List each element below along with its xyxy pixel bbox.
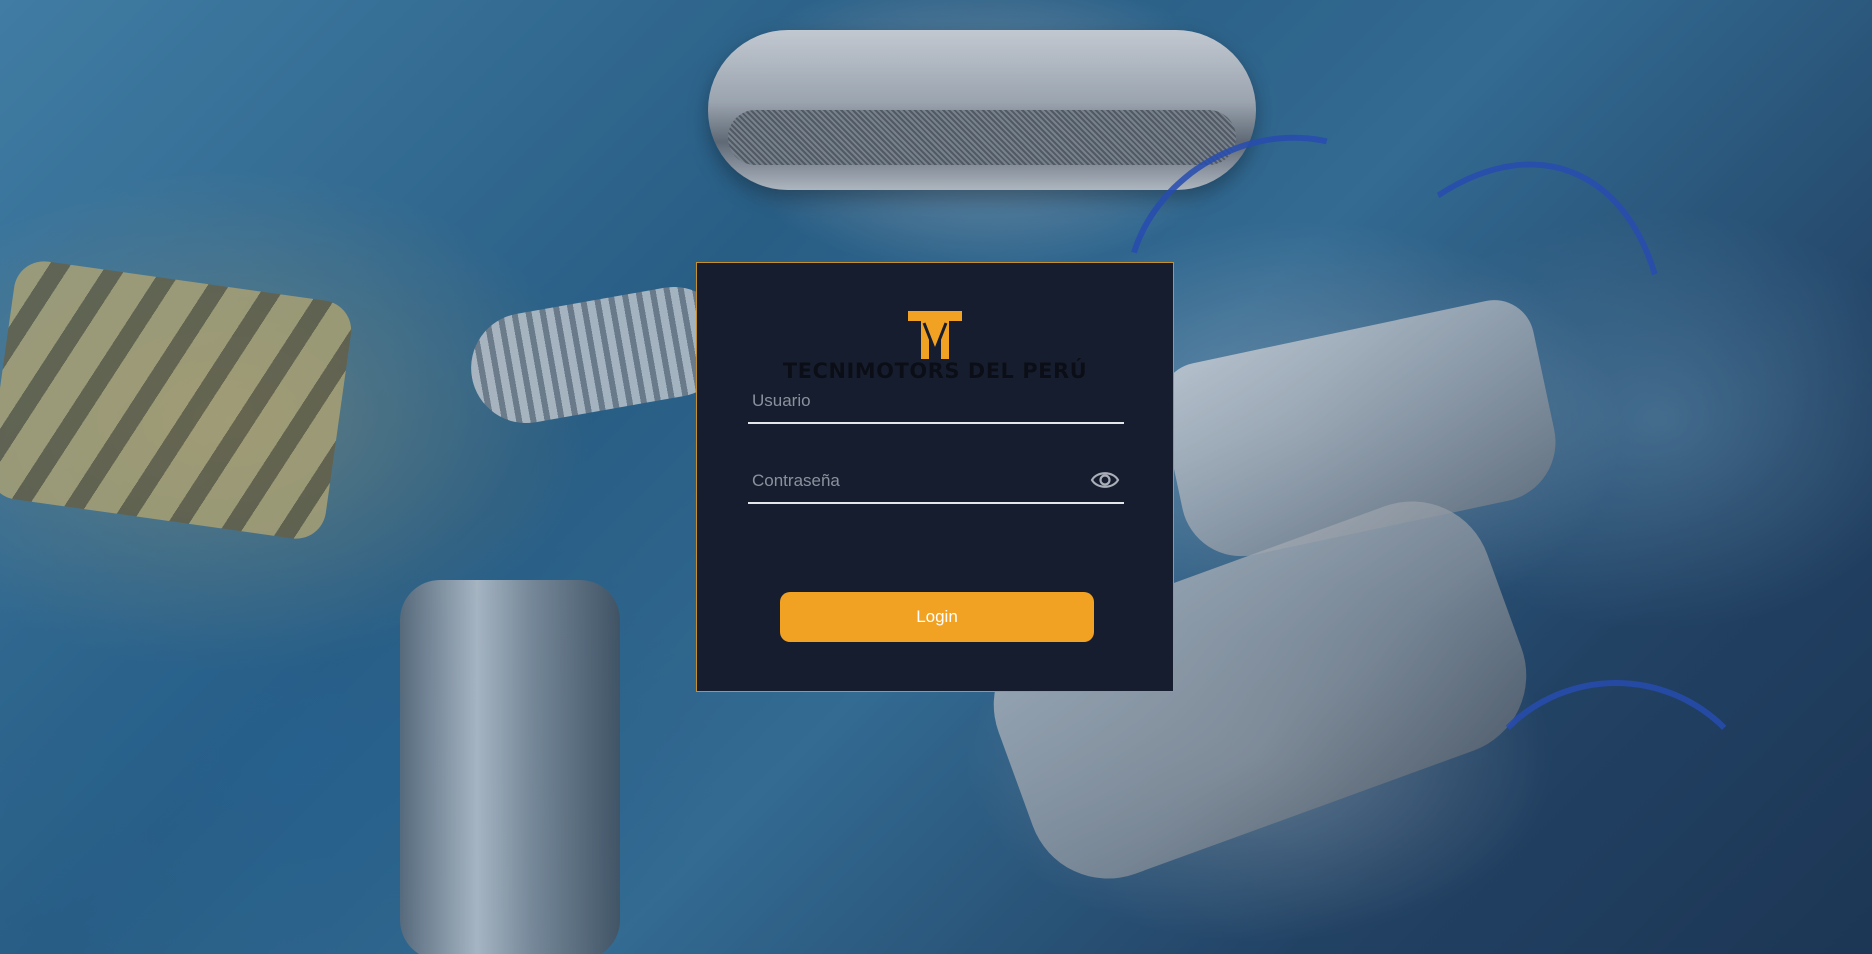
username-field: [748, 380, 1124, 424]
tm-logo-icon: [908, 311, 962, 359]
password-field: [748, 460, 1124, 504]
username-input[interactable]: [748, 380, 1124, 422]
login-button[interactable]: Login: [780, 592, 1094, 642]
password-input[interactable]: [748, 460, 1124, 502]
brand-logo: TECNIMOTORS DEL PERÚ: [697, 311, 1173, 383]
eye-icon[interactable]: [1090, 468, 1120, 492]
login-card: TECNIMOTORS DEL PERÚ Login: [696, 262, 1174, 692]
